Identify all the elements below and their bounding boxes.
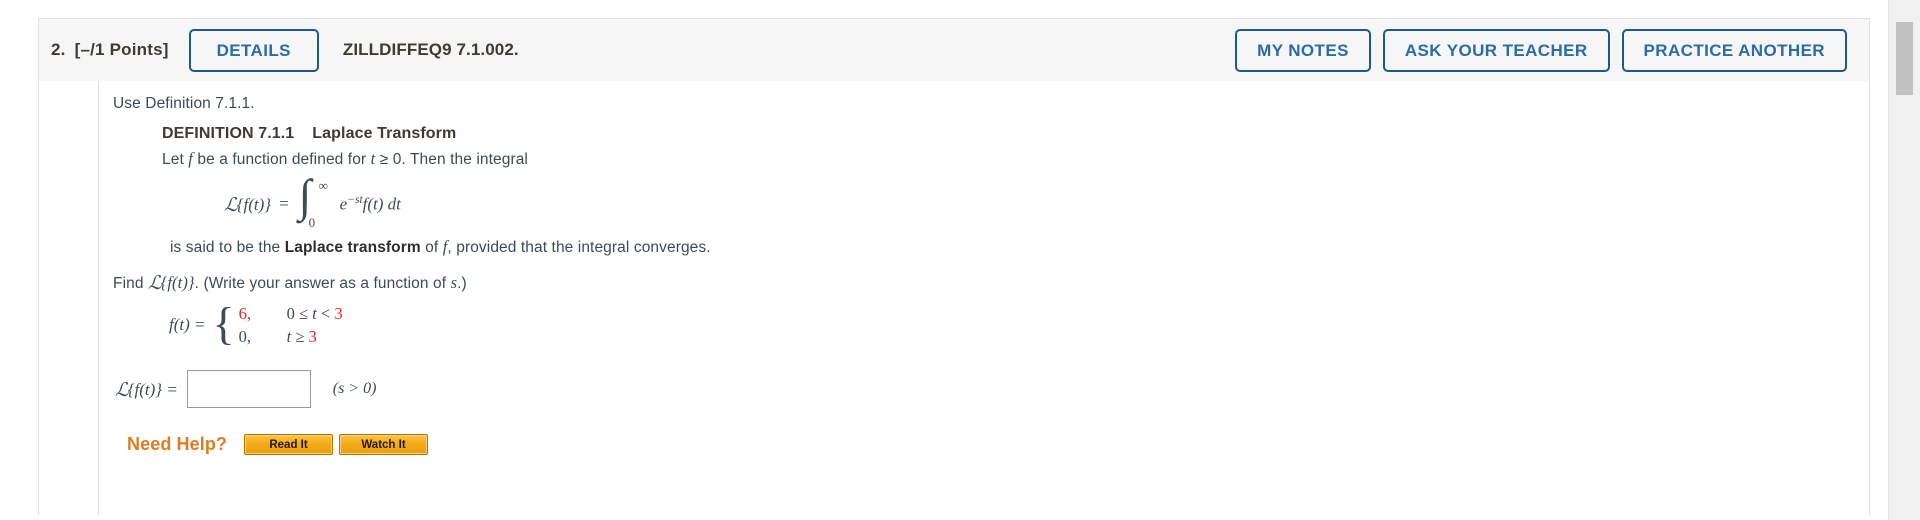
need-help-label: Need Help? bbox=[127, 434, 228, 454]
definition-block: DEFINITION 7.1.1 Laplace Transform Let f … bbox=[162, 125, 1869, 257]
integrand-f: f(t) dt bbox=[362, 194, 401, 214]
closing-mid: of bbox=[420, 239, 443, 256]
formula-equals: = bbox=[279, 194, 289, 213]
find-arg: {f(t)} bbox=[160, 273, 195, 292]
definition-title: DEFINITION 7.1.1 Laplace Transform bbox=[162, 125, 1869, 143]
watch-it-button[interactable]: Watch It bbox=[339, 434, 429, 455]
my-notes-button[interactable]: MY NOTES bbox=[1235, 28, 1371, 72]
answer-label-arg: {f(t)} bbox=[127, 379, 163, 399]
formula-lhs: ℒ{f(t)} bbox=[224, 193, 271, 216]
cond2-num: 3 bbox=[308, 327, 317, 346]
closing-bold: Laplace transform bbox=[284, 239, 421, 256]
piecewise-cases: 6, 0 ≤ t < 3 0, t ≥ 3 bbox=[239, 302, 343, 348]
piecewise-condition-1: 0 ≤ t < 3 bbox=[287, 304, 343, 323]
answer-equals: = bbox=[166, 379, 178, 399]
question-content: Use Definition 7.1.1. DEFINITION 7.1.1 La… bbox=[98, 81, 1869, 515]
closing-post: , provided that the integral converges. bbox=[447, 239, 711, 256]
definition-closing: is said to be the Laplace transform of f… bbox=[170, 237, 1869, 257]
integral-lower-limit: 0 bbox=[308, 215, 316, 230]
need-help-row: Need Help? Read It Watch It bbox=[127, 434, 1869, 455]
laplace-integral-formula: ℒ{f(t)} = ∫ ∞ 0 e−stf(t) dt bbox=[224, 173, 1869, 231]
header-actions: MY NOTES ASK YOUR TEACHER PRACTICE ANOTH… bbox=[1235, 28, 1847, 72]
cond2-mid: ≥ bbox=[291, 327, 309, 346]
integrand-expression: e−stf(t) dt bbox=[340, 194, 401, 215]
question-header: 2. [–/1 Points] DETAILS ZILLDIFFEQ9 7.1.… bbox=[38, 18, 1870, 81]
piecewise-value-1: 6, bbox=[238, 304, 251, 323]
piecewise-function: f(t) = { 6, 0 ≤ t < 3 0, t ≥ 3 bbox=[169, 298, 1869, 349]
answer-script-l-symbol: ℒ bbox=[115, 379, 129, 401]
question-body: Use Definition 7.1.1. DEFINITION 7.1.1 La… bbox=[38, 81, 1870, 515]
integral-glyph: ∫ ∞ 0 bbox=[297, 173, 331, 231]
integral-sign-icon: ∫ bbox=[298, 170, 312, 221]
definition-intro-post: ≥ 0. Then the integral bbox=[375, 151, 528, 168]
question-number: 2. bbox=[51, 40, 66, 59]
page-root: 2. [–/1 Points] DETAILS ZILLDIFFEQ9 7.1.… bbox=[0, 0, 1920, 520]
script-l-symbol: ℒ bbox=[224, 194, 238, 216]
find-instruction: Find ℒ{f(t)}. (Write your answer as a fu… bbox=[113, 271, 1869, 294]
find-post: . (Write your answer as a function of bbox=[194, 275, 451, 292]
piecewise-case-2: 0, t ≥ 3 bbox=[239, 325, 343, 348]
formula-lhs-arg: {f(t)} bbox=[236, 194, 272, 214]
ask-your-teacher-button[interactable]: ASK YOUR TEACHER bbox=[1382, 28, 1610, 72]
cond1-mid: < bbox=[316, 304, 335, 323]
definition-intro-mid: be a function defined for bbox=[192, 151, 371, 168]
assignment-code: ZILLDIFFEQ9 7.1.002. bbox=[342, 40, 519, 59]
vertical-scrollbar[interactable] bbox=[1888, 0, 1920, 520]
left-brace-icon: { bbox=[212, 298, 235, 349]
piecewise-lhs: f(t) = bbox=[169, 315, 206, 334]
piecewise-case-1: 6, 0 ≤ t < 3 bbox=[239, 302, 343, 325]
details-button[interactable]: DETAILS bbox=[188, 28, 319, 72]
read-it-button[interactable]: Read It bbox=[244, 434, 334, 455]
answer-label: ℒ{f(t)} = bbox=[115, 378, 178, 401]
piecewise-value-2: 0, bbox=[238, 327, 251, 346]
definition-number: DEFINITION 7.1.1 bbox=[162, 125, 295, 142]
cond1-num: 3 bbox=[334, 304, 343, 323]
piecewise-condition-2: t ≥ 3 bbox=[287, 327, 317, 346]
find-end: .) bbox=[457, 275, 467, 292]
definition-intro: Let f be a function defined for t ≥ 0. T… bbox=[162, 149, 1869, 169]
answer-input[interactable] bbox=[186, 370, 311, 408]
points-badge: [–/1 Points] bbox=[74, 40, 169, 59]
definition-intro-pre: Let bbox=[162, 151, 189, 168]
prompt-text: Use Definition 7.1.1. bbox=[113, 95, 255, 112]
practice-another-button[interactable]: PRACTICE ANOTHER bbox=[1621, 28, 1847, 72]
integrand-exponent: −st bbox=[347, 193, 363, 206]
definition-name: Laplace Transform bbox=[312, 125, 457, 142]
closing-pre: is said to be the bbox=[170, 239, 285, 256]
cond1-pre: 0 ≤ bbox=[286, 304, 313, 323]
answer-condition: (s > 0) bbox=[332, 380, 377, 397]
find-script-l-symbol: ℒ bbox=[147, 273, 162, 294]
integral-upper-limit: ∞ bbox=[318, 178, 328, 193]
answer-row: ℒ{f(t)} = (s > 0) bbox=[115, 370, 1869, 408]
scrollbar-thumb[interactable] bbox=[1896, 22, 1913, 95]
question-card: 2. [–/1 Points] DETAILS ZILLDIFFEQ9 7.1.… bbox=[38, 18, 1870, 515]
find-pre: Find bbox=[113, 275, 148, 292]
